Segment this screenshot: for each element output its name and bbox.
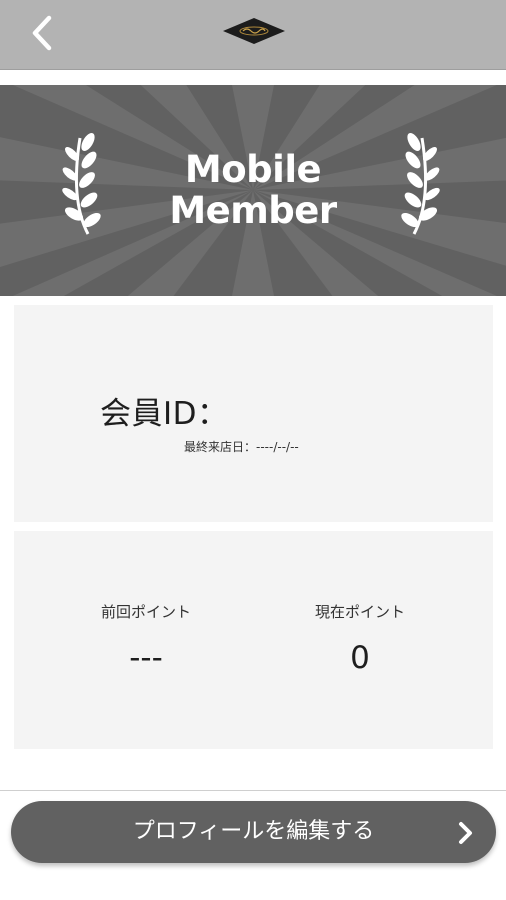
previous-points-value: --- [129,640,163,676]
back-button[interactable] [22,12,62,54]
brand-logo-icon [223,18,285,44]
divider [0,790,506,791]
member-id-card: 会員ID： 最終来店日：----/--/-- [14,305,493,522]
chevron-left-icon [32,15,52,51]
current-points: 現在ポイント 0 [260,601,460,676]
member-id-label: 会員ID： [100,396,229,432]
points-card: 前回ポイント --- 現在ポイント 0 [14,531,493,749]
previous-points-label: 前回ポイント [100,603,191,621]
edit-profile-label: プロフィールを編集する [132,819,375,844]
member-banner: Mobile Member [0,85,506,296]
current-points-label: 現在ポイント [314,603,405,621]
chevron-right-icon [459,822,472,844]
laurel-right-icon [401,132,440,235]
edit-profile-button[interactable]: プロフィールを編集する [11,801,496,863]
last-visit-date: 最終来店日：----/--/-- [184,440,299,454]
current-points-value: 0 [350,640,370,676]
previous-points: 前回ポイント --- [46,601,246,676]
top-bar [0,0,506,70]
